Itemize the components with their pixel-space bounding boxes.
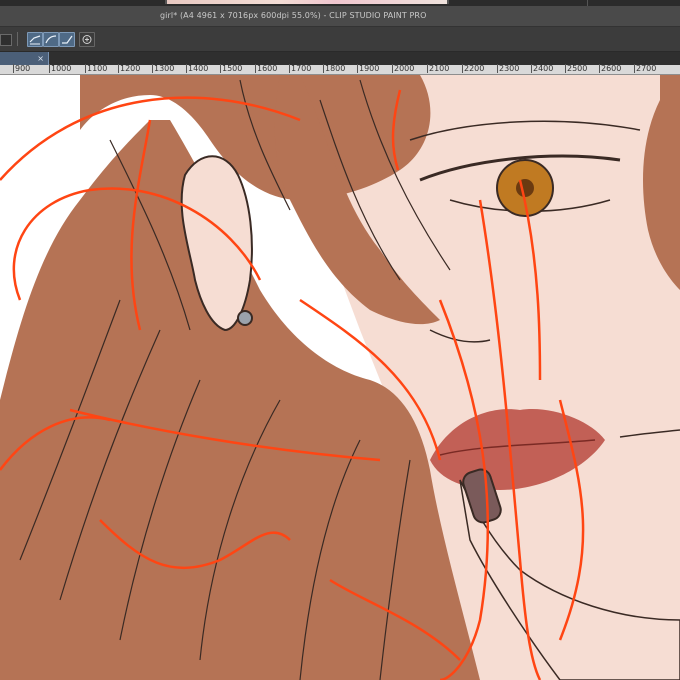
ruler-tick: 2400 [531, 64, 554, 73]
ruler-tick: 2600 [599, 64, 622, 73]
ruler-tick: 2700 [634, 64, 657, 73]
corner-line-icon[interactable] [59, 32, 75, 47]
pupil [516, 179, 534, 197]
select-tool-icon[interactable] [27, 32, 43, 47]
ruler-tick: 2300 [497, 64, 520, 73]
checkbox-icon[interactable] [0, 34, 12, 46]
document-thumbnail[interactable] [165, 0, 449, 4]
ruler-tick: 1900 [357, 64, 380, 73]
ruler-tick: 1200 [118, 64, 141, 73]
toolbar-divider [17, 32, 18, 46]
drawing-canvas[interactable] [0, 75, 680, 680]
horizontal-ruler: 900 1000 1100 1200 1300 1400 1500 1600 1… [0, 64, 680, 75]
curve-line-icon[interactable] [43, 32, 59, 47]
ruler-tick: 2500 [565, 64, 588, 73]
ruler-tick: 2200 [462, 64, 485, 73]
title-bar: girl* (A4 4961 x 7016px 600dpi 55.0%) - … [0, 6, 680, 27]
ruler-tick: 1000 [49, 64, 72, 73]
ruler-tick: 900 [13, 64, 31, 73]
ruler-tick: 1100 [85, 64, 108, 73]
ruler-tick: 1700 [289, 64, 312, 73]
clip-studio-window: girl* (A4 4961 x 7016px 600dpi 55.0%) - … [0, 0, 680, 680]
ruler-tick: 2000 [392, 64, 415, 73]
illustration [0, 75, 680, 680]
tool-property-bar [0, 27, 680, 52]
close-icon[interactable]: × [37, 52, 44, 65]
earring [237, 310, 253, 326]
ruler-tick: 1600 [255, 64, 278, 73]
ruler-tick: 1800 [323, 64, 346, 73]
window-title: girl* (A4 4961 x 7016px 600dpi 55.0%) - … [160, 11, 427, 20]
ruler-tick: 1300 [152, 64, 175, 73]
ruler-tick: 1500 [220, 64, 243, 73]
ruler-tick: 2100 [427, 64, 450, 73]
ruler-tick: 1400 [186, 64, 209, 73]
transform-icon[interactable] [79, 32, 95, 47]
